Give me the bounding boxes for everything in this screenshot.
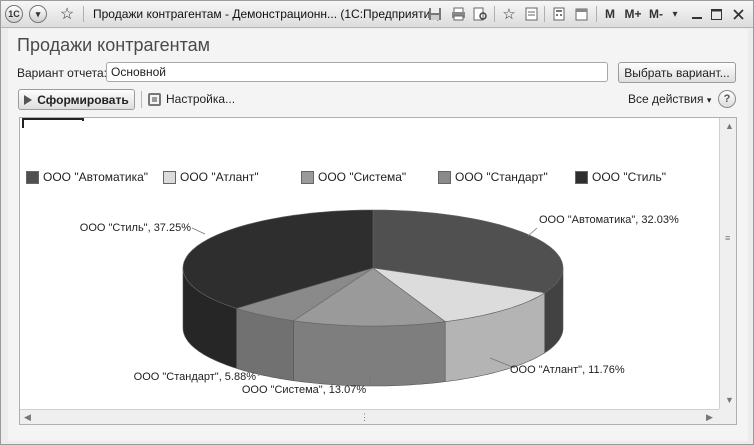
data-label-leader — [191, 227, 206, 235]
pie-chart: ООО "Автоматика", 32.03% ООО "Атлант", 11… — [80, 209, 679, 396]
variant-label: Вариант отчета: — [17, 66, 107, 80]
title-separator — [596, 6, 597, 22]
minimize-icon[interactable] — [690, 5, 704, 23]
all-actions-label: Все действия — [628, 92, 704, 106]
data-label: ООО "Атлант", 11.76% — [510, 364, 625, 376]
save-icon[interactable] — [427, 5, 443, 23]
scroll-grip-icon[interactable]: ⋮ — [360, 412, 369, 423]
main-menu-icon[interactable]: ▾ — [29, 5, 47, 23]
variant-field[interactable]: Основной — [106, 62, 608, 82]
page-title: Продажи контрагентам — [17, 35, 211, 55]
favorites-star-icon[interactable]: ☆ — [57, 5, 77, 23]
toolbar-separator — [141, 91, 142, 108]
app-logo-icon[interactable]: 1C — [5, 5, 23, 23]
data-label: ООО "Система", 13.07% — [242, 384, 366, 396]
play-icon — [24, 94, 33, 105]
all-actions-menu[interactable]: Все действия ▾ — [628, 92, 711, 106]
window-title: Продажи контрагентам - Демонстрационн...… — [93, 7, 441, 21]
report-form: Продажи контрагентам Вариант отчета: Осн… — [8, 29, 748, 441]
chevron-down-icon: ▾ — [706, 95, 712, 105]
settings-button[interactable]: Настройка... — [148, 92, 235, 106]
memory-button[interactable]: M — [603, 5, 617, 23]
add-favorite-icon[interactable]: ☆ — [500, 5, 518, 23]
scroll-up-icon[interactable]: ▲ — [725, 121, 734, 131]
settings-label: Настройка... — [166, 92, 236, 106]
scroll-corner — [719, 409, 736, 424]
scroll-grip-icon[interactable]: ≡ — [725, 233, 730, 243]
scroll-left-icon[interactable]: ◀ — [24, 412, 31, 423]
title-separator — [83, 6, 84, 22]
report-area: ООО "Автоматика" ООО "Атлант" ООО "Систе… — [19, 117, 737, 425]
print-preview-icon[interactable] — [472, 5, 488, 23]
close-icon[interactable] — [731, 5, 745, 23]
history-icon[interactable] — [523, 5, 539, 23]
vertical-scrollbar[interactable]: ▲ ≡ ▼ — [719, 118, 736, 409]
print-icon[interactable] — [450, 5, 466, 23]
calendar-icon[interactable] — [573, 5, 589, 23]
generate-button[interactable]: Сформировать — [18, 89, 135, 110]
memory-plus-button[interactable]: M+ — [623, 5, 643, 23]
title-bar: 1C ▾ ☆ Продажи контрагентам - Демонстрац… — [1, 1, 753, 28]
settings-icon — [148, 92, 161, 106]
scroll-down-icon[interactable]: ▼ — [725, 395, 734, 405]
data-label: ООО "Автоматика", 32.03% — [539, 214, 679, 226]
data-label: ООО "Стандарт", 5.88% — [134, 371, 257, 383]
help-button[interactable]: ? — [718, 90, 736, 108]
scroll-right-icon[interactable]: ▶ — [706, 412, 713, 423]
maximize-icon[interactable] — [709, 5, 723, 23]
horizontal-scrollbar[interactable]: ◀ ⋮ ▶ — [20, 409, 719, 424]
chevron-down-icon[interactable]: ▾ — [669, 5, 681, 23]
memory-minus-button[interactable]: M- — [647, 5, 665, 23]
data-label: ООО "Стиль", 37.25% — [80, 222, 191, 234]
data-label-leader — [527, 227, 538, 237]
report-window: 1C ▾ ☆ Продажи контрагентам - Демонстрац… — [0, 0, 754, 445]
pie-slice-side — [293, 320, 446, 387]
title-separator — [544, 6, 545, 22]
choose-variant-button[interactable]: Выбрать вариант... — [618, 62, 736, 83]
generate-button-label: Сформировать — [37, 92, 129, 107]
calculator-icon[interactable] — [551, 5, 567, 23]
title-separator — [494, 6, 495, 22]
